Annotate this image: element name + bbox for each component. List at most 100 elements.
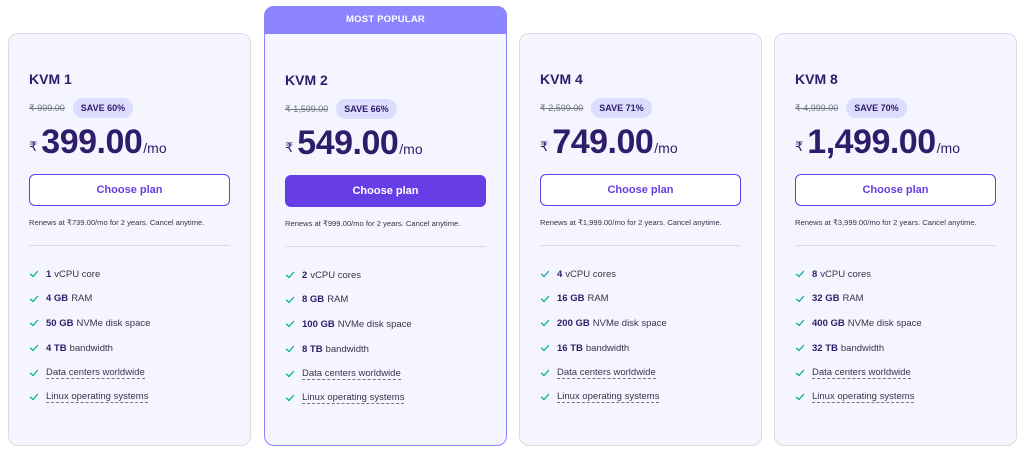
feature-tooltip-label[interactable]: Linux operating systems — [557, 391, 660, 404]
feature-list: 4 vCPU cores 16 GB RAM 200 GB NVMe disk spa… — [540, 262, 741, 410]
feature-tooltip-label[interactable]: Data centers worldwide — [302, 368, 401, 380]
check-icon — [795, 295, 805, 303]
renewal-note: Renews at ₹3,999.00/mo for 2 years. Canc… — [795, 218, 977, 227]
plan-card-kvm-4: KVM 4 ₹ 2,599.00 SAVE 71% ₹ 749.00 /mo C… — [519, 33, 762, 446]
check-icon — [285, 321, 295, 328]
divider — [29, 245, 230, 246]
old-price: ₹ 4,999.00 — [795, 102, 839, 113]
feature-tooltip-label[interactable]: Linux operating systems — [812, 391, 915, 404]
old-price: ₹ 1,599.00 — [285, 103, 329, 114]
check-icon — [285, 370, 295, 377]
check-icon — [29, 271, 39, 278]
plan-card-kvm-8: KVM 8 ₹ 4,999.00 SAVE 70% ₹ 1,499.00 /mo… — [774, 33, 1017, 446]
feature-item[interactable]: Linux operating systems — [540, 385, 741, 410]
feature-label: bandwidth — [325, 343, 369, 355]
check-icon — [29, 295, 39, 303]
feature-value: 16 TB — [557, 342, 583, 354]
check-icon — [540, 344, 550, 352]
check-icon — [795, 394, 805, 401]
feature-label: NVMe disk space — [337, 318, 412, 330]
feature-item[interactable]: Linux operating systems — [29, 385, 230, 410]
feature-value: 400 GB — [812, 317, 845, 329]
feature-item[interactable]: Data centers worldwide — [795, 360, 996, 385]
check-icon — [795, 344, 805, 352]
choose-plan-button[interactable]: Choose plan — [29, 174, 230, 206]
feature-tooltip-label[interactable]: Data centers worldwide — [557, 367, 656, 379]
plan-card-kvm-1: KVM 1 ₹ 999.00 SAVE 60% ₹ 399.00 /mo Cho… — [8, 33, 251, 446]
check-icon — [540, 295, 550, 303]
price-period: /mo — [654, 140, 678, 156]
divider — [285, 246, 486, 247]
feature-item: 400 GB NVMe disk space — [795, 311, 996, 336]
plan-card-kvm-2: MOST POPULAR KVM 2 ₹ 1,599.00 SAVE 66% ₹… — [264, 6, 507, 446]
feature-value: 8 — [812, 268, 818, 280]
choose-plan-button[interactable]: Choose plan — [285, 175, 486, 207]
price-period: /mo — [399, 141, 423, 157]
feature-label: NVMe disk space — [76, 317, 151, 329]
feature-value: 32 GB — [812, 293, 840, 305]
feature-item[interactable]: Data centers worldwide — [29, 360, 230, 385]
most-popular-badge: MOST POPULAR — [264, 6, 507, 34]
plan-name: KVM 8 — [795, 71, 838, 87]
choose-plan-button[interactable]: Choose plan — [540, 174, 741, 206]
check-icon — [285, 272, 295, 279]
check-icon — [540, 320, 550, 327]
feature-label: vCPU cores — [820, 268, 871, 280]
feature-item: 8 TB bandwidth — [285, 337, 486, 362]
price: 399.00 — [41, 123, 143, 161]
feature-value: 8 GB — [302, 294, 325, 306]
price-period: /mo — [936, 140, 960, 156]
feature-list: 8 vCPU cores 32 GB RAM 400 GB NVMe disk spa… — [795, 262, 996, 410]
feature-item: 16 GB RAM — [540, 287, 741, 312]
feature-item: 100 GB NVMe disk space — [285, 312, 486, 337]
check-icon — [540, 369, 550, 376]
old-price: ₹ 2,599.00 — [540, 102, 584, 113]
check-icon — [795, 271, 805, 278]
feature-item[interactable]: Linux operating systems — [285, 386, 486, 411]
price-row: ₹ 749.00 /mo — [540, 124, 741, 160]
check-icon — [285, 395, 295, 402]
feature-label: vCPU cores — [310, 269, 361, 281]
save-badge: SAVE 60% — [72, 98, 134, 118]
feature-item: 50 GB NVMe disk space — [29, 311, 230, 336]
check-icon — [29, 320, 39, 327]
discount-row: ₹ 4,999.00 SAVE 70% — [795, 98, 996, 118]
feature-label: NVMe disk space — [847, 317, 922, 329]
renewal-note: Renews at ₹999.00/mo for 2 years. Cancel… — [285, 219, 461, 228]
discount-row: ₹ 999.00 SAVE 60% — [29, 98, 230, 118]
check-icon — [540, 394, 550, 401]
feature-item: 16 TB bandwidth — [540, 336, 741, 361]
price: 1,499.00 — [807, 123, 936, 161]
feature-value: 4 — [557, 268, 563, 280]
feature-item: 4 vCPU cores — [540, 262, 741, 287]
feature-item[interactable]: Data centers worldwide — [540, 360, 741, 385]
plan-name: KVM 1 — [29, 71, 72, 87]
feature-value: 4 TB — [46, 342, 67, 354]
price-row: ₹ 549.00 /mo — [285, 125, 486, 161]
feature-value: 2 — [302, 269, 308, 281]
check-icon — [795, 320, 805, 327]
feature-label: RAM — [587, 293, 609, 305]
price: 549.00 — [297, 124, 399, 162]
feature-label: bandwidth — [840, 342, 885, 354]
plan-name: KVM 4 — [540, 71, 583, 87]
divider — [795, 245, 996, 246]
check-icon — [285, 345, 295, 353]
currency-symbol: ₹ — [795, 139, 804, 154]
feature-item: 32 TB bandwidth — [795, 336, 996, 361]
feature-tooltip-label[interactable]: Linux operating systems — [302, 392, 405, 405]
price-period: /mo — [143, 140, 167, 156]
discount-row: ₹ 1,599.00 SAVE 66% — [285, 99, 486, 119]
feature-tooltip-label[interactable]: Data centers worldwide — [46, 367, 145, 379]
feature-tooltip-label[interactable]: Data centers worldwide — [812, 367, 911, 379]
feature-item: 2 vCPU cores — [285, 263, 486, 288]
choose-plan-button[interactable]: Choose plan — [795, 174, 996, 206]
feature-list: 1 vCPU core 4 GB RAM 50 GB NVMe disk space … — [29, 262, 230, 410]
feature-value: 50 GB — [46, 317, 74, 329]
check-icon — [540, 271, 550, 278]
feature-item[interactable]: Linux operating systems — [795, 385, 996, 410]
check-icon — [29, 369, 39, 376]
feature-tooltip-label[interactable]: Linux operating systems — [46, 391, 149, 404]
check-icon — [29, 344, 39, 352]
feature-item[interactable]: Data centers worldwide — [285, 361, 486, 386]
